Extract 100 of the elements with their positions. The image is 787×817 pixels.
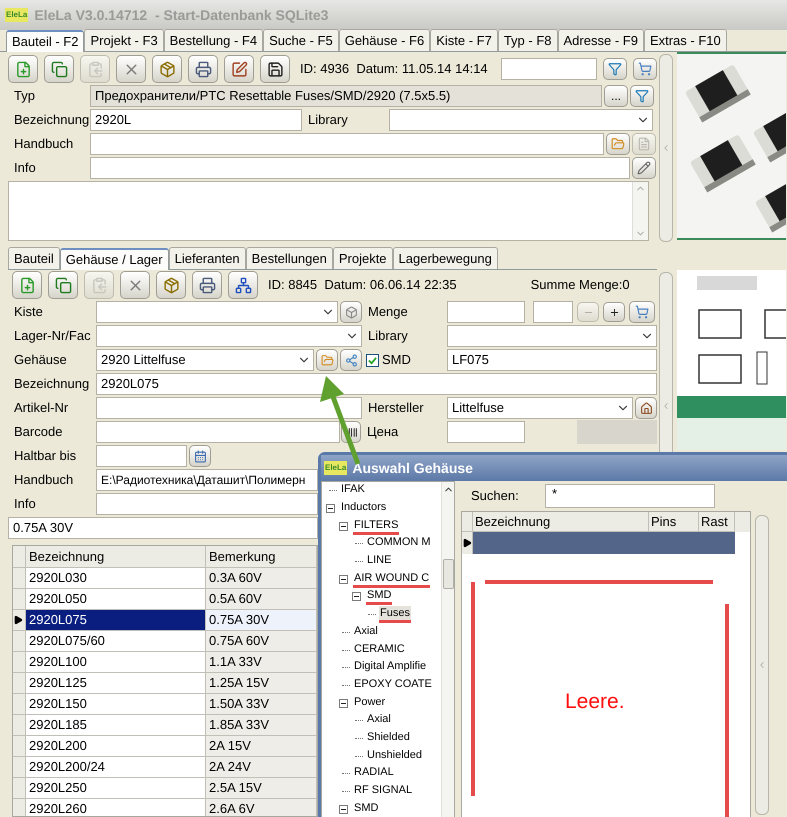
table-row[interactable]: 2920L185 1.85A 33V: [13, 715, 317, 736]
collapse-icon[interactable]: [326, 504, 335, 514]
collapse-icon[interactable]: [339, 522, 348, 531]
text-field[interactable]: 2920L: [90, 109, 302, 131]
tree-item[interactable]: CERAMIC: [353, 642, 406, 659]
collapse-icon[interactable]: [339, 804, 348, 814]
text-field[interactable]: [96, 445, 187, 467]
tab[interactable]: Lieferanten: [168, 247, 246, 269]
field-label: Info: [13, 495, 37, 514]
tab[interactable]: Projekte: [332, 247, 393, 269]
spin-field[interactable]: [533, 301, 573, 323]
table-row[interactable]: 2920L260 2.6A 6V: [13, 799, 317, 816]
tree-item[interactable]: EPOXY COATE: [353, 676, 433, 694]
increment-button[interactable]: [603, 302, 625, 322]
tab[interactable]: Extras - F10: [644, 29, 727, 51]
tab[interactable]: Bauteil: [8, 247, 60, 269]
table-row[interactable]: 2920L200/24 2A 24V: [13, 757, 317, 778]
open-button[interactable]: [316, 349, 338, 371]
tab[interactable]: Gehäuse / Lager: [60, 248, 169, 270]
address-button[interactable]: [635, 397, 657, 419]
dropdown[interactable]: [389, 109, 653, 131]
table-row[interactable]: [462, 532, 735, 554]
tree-item[interactable]: AIR WOUND C: [353, 570, 430, 588]
filter-button[interactable]: [630, 85, 654, 107]
toolbar-button[interactable]: [224, 55, 254, 83]
tree-item[interactable]: Unshielded: [366, 748, 424, 765]
box-button[interactable]: [340, 301, 362, 323]
column-header[interactable]: Bezeichnung: [26, 546, 206, 568]
tree-item[interactable]: LINE: [366, 553, 392, 570]
toolbar-button[interactable]: [192, 271, 222, 299]
table-row[interactable]: 2920L050 0.5A 60V: [13, 589, 317, 610]
table-row[interactable]: 2920L250 2.5A 15V: [13, 778, 317, 799]
text-field[interactable]: [447, 421, 525, 443]
type-field[interactable]: Предохранители/PTC Resettable Fuses/SMD/2920 (7.5x5.5): [90, 85, 602, 107]
tab[interactable]: Typ - F8: [498, 29, 558, 51]
cart-button[interactable]: [633, 58, 657, 80]
browse-button[interactable]: ...: [604, 85, 628, 107]
table-row[interactable]: 2920L125 1.25A 15V: [13, 673, 317, 694]
text-field[interactable]: [96, 397, 362, 419]
tab[interactable]: Kiste - F7: [430, 29, 498, 51]
tree-item[interactable]: RF SIGNAL: [353, 783, 414, 800]
tree-item[interactable]: Digital Amplifie: [353, 659, 428, 676]
cart-button[interactable]: [629, 301, 655, 323]
tree-item[interactable]: FILTERS: [353, 518, 400, 535]
text-field[interactable]: [96, 493, 318, 515]
collapse-icon[interactable]: [339, 574, 348, 584]
tree-item[interactable]: Fuses: [379, 606, 411, 624]
text-field[interactable]: [90, 157, 630, 179]
collapse-icon[interactable]: [352, 592, 361, 602]
dropdown[interactable]: [96, 325, 362, 347]
scrollbar[interactable]: [632, 182, 648, 240]
table-row[interactable]: 2920L030 0.3A 60V: [13, 568, 317, 589]
tab[interactable]: Adresse - F9: [558, 29, 644, 51]
table-row[interactable]: 2920L075/60 0.75A 60V: [13, 631, 317, 652]
tree-item[interactable]: IFAK: [340, 482, 366, 500]
filter-button[interactable]: [603, 58, 627, 80]
search-field[interactable]: *: [545, 484, 715, 508]
table-row[interactable]: 2920L075 0.75A 30V: [13, 610, 317, 631]
share-button[interactable]: [340, 349, 362, 371]
memo-field[interactable]: 0.75A 30V: [8, 517, 318, 539]
dropdown[interactable]: Littelfuse: [447, 397, 633, 419]
edit-button[interactable]: [632, 157, 656, 179]
toolbar-button[interactable]: [188, 55, 218, 83]
toolbar-button[interactable]: [228, 271, 258, 299]
tab[interactable]: Bestellung - F4: [164, 29, 264, 51]
table-row[interactable]: 2920L100 1.1A 33V: [13, 652, 317, 673]
tab[interactable]: Projekt - F3: [84, 29, 164, 51]
calendar-button[interactable]: [189, 445, 211, 467]
tree-item[interactable]: Shielded: [366, 730, 411, 747]
text-field[interactable]: [90, 133, 604, 155]
tree-item[interactable]: COMMON M: [366, 535, 432, 552]
tree-item[interactable]: Axial: [353, 624, 379, 641]
tree-item[interactable]: Inductors: [340, 500, 388, 518]
tab[interactable]: Bauteil - F2: [6, 30, 84, 52]
tree-item[interactable]: Power: [353, 694, 386, 712]
toolbar-button[interactable]: [260, 55, 290, 83]
scroll-thumb[interactable]: [442, 559, 454, 589]
tree-item[interactable]: Axial: [366, 712, 392, 730]
filter-field[interactable]: [501, 58, 597, 80]
table-cell: 2920L185: [26, 715, 206, 736]
table-row[interactable]: 2920L150 1.50A 33V: [13, 694, 317, 715]
column-header[interactable]: Bemerkung: [206, 546, 317, 568]
memo-field[interactable]: [8, 181, 649, 241]
collapse-icon[interactable]: [339, 698, 348, 708]
tab[interactable]: Bestellungen: [246, 247, 333, 269]
open-button[interactable]: [606, 133, 630, 155]
tree-item[interactable]: SMD: [353, 800, 380, 817]
text-field[interactable]: 2920L075: [96, 373, 657, 395]
dropdown[interactable]: 2920 Littelfuse: [96, 349, 314, 371]
checkbox[interactable]: [366, 354, 379, 366]
text-field[interactable]: [96, 421, 340, 443]
text-field[interactable]: [447, 301, 525, 323]
text-field[interactable]: LF075: [447, 349, 657, 371]
scrollbar[interactable]: [441, 482, 454, 817]
tree-item[interactable]: RADIAL: [353, 765, 395, 782]
table-row[interactable]: 2920L200 2A 15V: [13, 736, 317, 757]
tab[interactable]: Suche - F5: [263, 29, 339, 51]
tab[interactable]: Lagerbewegung: [392, 247, 498, 269]
text-field[interactable]: E:\Радиотехника\Даташит\Полимерн: [96, 469, 318, 491]
tab[interactable]: Gehäuse - F6: [338, 29, 430, 51]
